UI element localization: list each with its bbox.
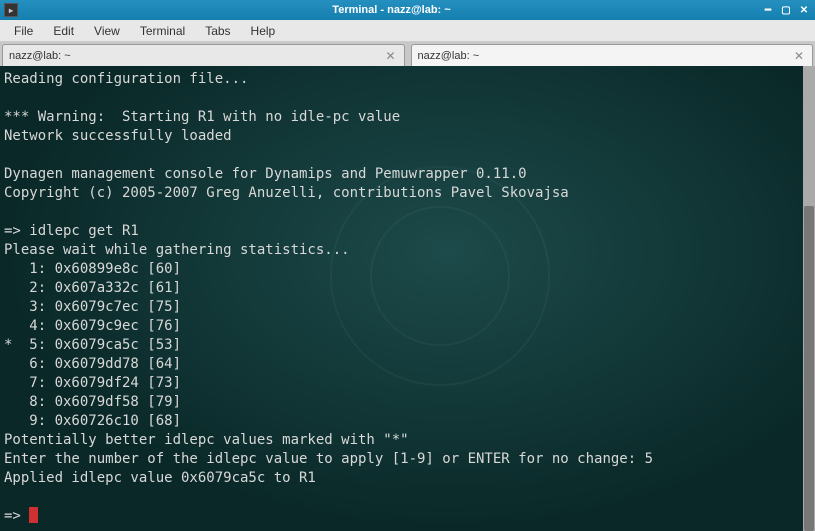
minimize-button[interactable]: ━ bbox=[761, 3, 775, 17]
tab-label: nazz@lab: ~ bbox=[9, 50, 383, 62]
terminal-viewport[interactable]: Reading configuration file... *** Warnin… bbox=[0, 66, 815, 531]
tab-strip: nazz@lab: ~ ✕ nazz@lab: ~ ✕ bbox=[0, 42, 815, 66]
menu-tabs[interactable]: Tabs bbox=[195, 22, 240, 40]
menubar: File Edit View Terminal Tabs Help bbox=[0, 20, 815, 42]
app-icon: ▸ bbox=[4, 3, 18, 17]
terminal-output[interactable]: Reading configuration file... *** Warnin… bbox=[0, 66, 803, 530]
menu-view[interactable]: View bbox=[84, 22, 130, 40]
maximize-button[interactable]: ▢ bbox=[779, 3, 793, 17]
scrollbar-vertical[interactable] bbox=[803, 66, 815, 531]
menu-help[interactable]: Help bbox=[241, 22, 286, 40]
close-icon[interactable]: ✕ bbox=[792, 49, 806, 63]
close-icon[interactable]: ✕ bbox=[383, 49, 397, 63]
menu-file[interactable]: File bbox=[4, 22, 43, 40]
window-titlebar: ▸ Terminal - nazz@lab: ~ ━ ▢ ✕ bbox=[0, 0, 815, 20]
menu-terminal[interactable]: Terminal bbox=[130, 22, 195, 40]
tab-label: nazz@lab: ~ bbox=[418, 50, 792, 62]
window-title: Terminal - nazz@lab: ~ bbox=[22, 4, 761, 16]
menu-edit[interactable]: Edit bbox=[43, 22, 84, 40]
close-button[interactable]: ✕ bbox=[797, 3, 811, 17]
scrollbar-thumb[interactable] bbox=[804, 206, 814, 531]
tab-2[interactable]: nazz@lab: ~ ✕ bbox=[411, 44, 814, 66]
cursor bbox=[29, 507, 38, 523]
tab-1[interactable]: nazz@lab: ~ ✕ bbox=[2, 44, 405, 66]
